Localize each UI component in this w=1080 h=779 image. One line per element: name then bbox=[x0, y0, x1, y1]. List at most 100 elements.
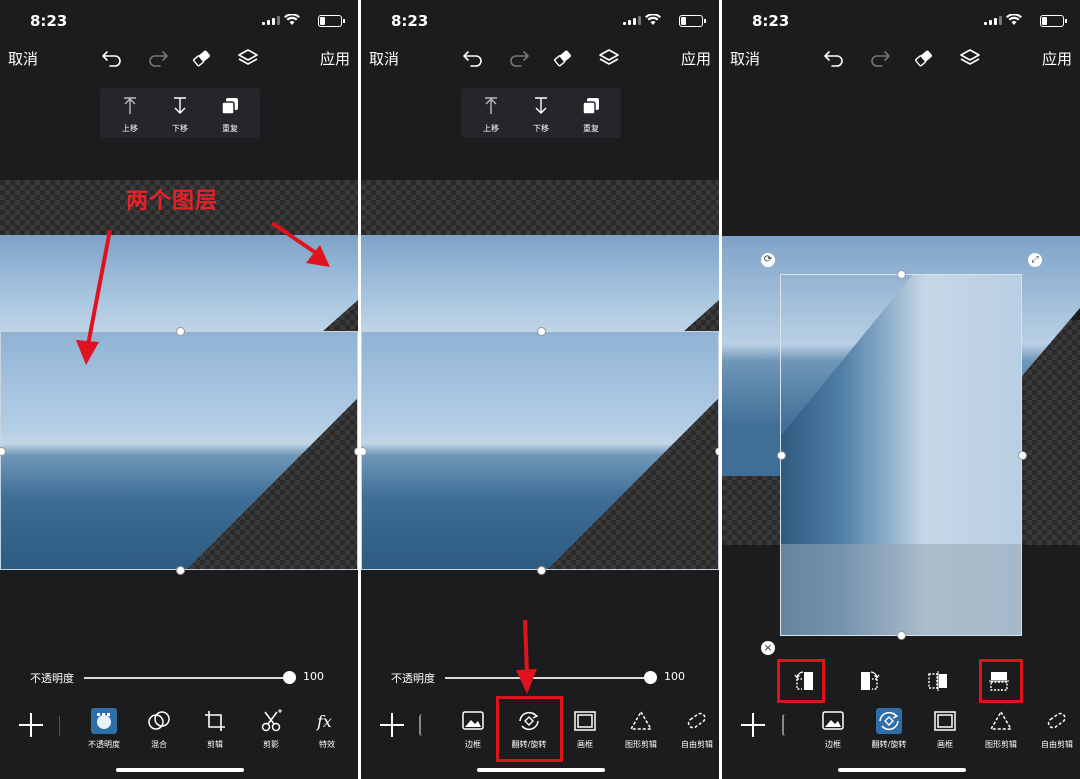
editing-canvas[interactable] bbox=[361, 180, 719, 650]
tool-shadow-label: 剪影 bbox=[263, 740, 279, 749]
tool-frame-label: 画框 bbox=[937, 740, 953, 749]
rotate-right-icon[interactable] bbox=[856, 668, 882, 694]
tool-shape-crop-label: 图形剪辑 bbox=[625, 740, 657, 749]
fx-icon: fx bbox=[316, 712, 332, 731]
editor-navbar: 取消 应用 bbox=[361, 40, 719, 76]
handle-bottom[interactable] bbox=[176, 566, 185, 575]
wifi-icon bbox=[284, 14, 300, 25]
apply-button[interactable]: 应用 bbox=[681, 48, 711, 69]
undo-icon[interactable] bbox=[100, 46, 124, 70]
handle-bottom[interactable] bbox=[537, 566, 546, 575]
duplicate-item[interactable]: 重复 bbox=[566, 88, 616, 138]
status-bar: 8:23 bbox=[722, 0, 1080, 40]
move-down-item[interactable]: 下移 bbox=[155, 88, 205, 138]
redo-icon[interactable] bbox=[146, 46, 170, 70]
opacity-slider[interactable] bbox=[445, 677, 651, 679]
tool-shadow[interactable]: 剪影 bbox=[243, 706, 299, 754]
scroll-hint bbox=[782, 714, 790, 736]
apply-button[interactable]: 应用 bbox=[320, 48, 350, 69]
eraser-icon[interactable] bbox=[551, 46, 575, 70]
rotate-handle-icon[interactable]: ⟳ bbox=[761, 253, 775, 267]
tool-frame[interactable]: 画框 bbox=[917, 706, 973, 754]
layer-toolbar: 不透明度 混合 剪辑 剪影 fx 特效 bbox=[0, 706, 358, 756]
duplicate-label: 重复 bbox=[583, 124, 599, 133]
move-up-icon bbox=[485, 97, 497, 114]
annotation-arrows bbox=[76, 221, 330, 365]
tool-flip-rotate-label: 翻转/旋转 bbox=[871, 740, 907, 749]
lasso-icon bbox=[687, 712, 706, 729]
handle-left[interactable] bbox=[777, 451, 786, 460]
editing-canvas[interactable]: ⟳ ⤢ bbox=[722, 180, 1080, 650]
opacity-label: 不透明度 bbox=[391, 672, 435, 685]
opacity-slider-knob[interactable] bbox=[283, 671, 296, 684]
apply-button[interactable]: 应用 bbox=[1042, 48, 1072, 69]
phone-screen-layers: 8:23 取消 应用 上移 下移 重复 两个图层 不透明度 100 不透明度 混… bbox=[0, 0, 358, 779]
duplicate-icon bbox=[582, 98, 599, 115]
eraser-icon[interactable] bbox=[912, 46, 936, 70]
tool-shape-crop-label: 图形剪辑 bbox=[985, 740, 1017, 749]
handle-bottom[interactable] bbox=[897, 631, 906, 640]
home-indicator bbox=[116, 768, 244, 772]
add-layer-button[interactable] bbox=[740, 712, 766, 738]
move-up-item[interactable]: 上移 bbox=[466, 88, 516, 138]
flip-horizontal-icon[interactable] bbox=[925, 668, 951, 694]
opacity-label: 不透明度 bbox=[30, 672, 74, 685]
handle-right[interactable] bbox=[354, 447, 358, 456]
signal-icon bbox=[623, 16, 641, 25]
tool-effects[interactable]: fx 特效 bbox=[299, 706, 355, 754]
handle-top[interactable] bbox=[897, 270, 906, 279]
handle-right[interactable] bbox=[1018, 451, 1027, 460]
tool-shape-crop[interactable]: 图形剪辑 bbox=[973, 706, 1029, 754]
opacity-slider-knob[interactable] bbox=[644, 671, 657, 684]
top-layer-image[interactable] bbox=[361, 235, 719, 335]
handle-top[interactable] bbox=[537, 327, 546, 336]
close-icon[interactable]: × bbox=[761, 641, 775, 655]
move-down-icon bbox=[174, 97, 186, 114]
wifi-icon bbox=[645, 14, 661, 25]
tool-free-crop[interactable]: 自由剪辑 bbox=[669, 706, 719, 754]
move-up-item[interactable]: 上移 bbox=[105, 88, 155, 138]
undo-icon[interactable] bbox=[822, 46, 846, 70]
tool-blend-label: 混合 bbox=[151, 740, 167, 749]
tool-border[interactable]: 边框 bbox=[445, 706, 501, 754]
opacity-slider[interactable] bbox=[84, 677, 290, 679]
tool-border[interactable]: 边框 bbox=[805, 706, 861, 754]
triangle-icon bbox=[629, 710, 653, 730]
tool-effects-label: 特效 bbox=[319, 740, 335, 749]
home-indicator bbox=[477, 768, 605, 772]
cancel-button[interactable]: 取消 bbox=[8, 48, 38, 69]
move-down-item[interactable]: 下移 bbox=[516, 88, 566, 138]
cancel-button[interactable]: 取消 bbox=[730, 48, 760, 69]
tool-crop[interactable]: 剪辑 bbox=[187, 706, 243, 754]
tool-free-crop[interactable]: 自由剪辑 bbox=[1029, 706, 1080, 754]
undo-icon[interactable] bbox=[461, 46, 485, 70]
tool-flip-rotate[interactable]: 翻转/旋转 bbox=[861, 706, 917, 754]
wifi-icon bbox=[1006, 14, 1022, 25]
resize-handle-icon[interactable]: ⤢ bbox=[1028, 253, 1042, 267]
cancel-button[interactable]: 取消 bbox=[369, 48, 399, 69]
duplicate-item[interactable]: 重复 bbox=[205, 88, 255, 138]
layers-icon[interactable] bbox=[236, 46, 260, 70]
move-down-label: 下移 bbox=[172, 124, 188, 133]
add-layer-button[interactable] bbox=[18, 712, 44, 738]
tool-blend[interactable]: 混合 bbox=[131, 706, 187, 754]
add-layer-button[interactable] bbox=[379, 712, 405, 738]
comparison-image: 8:23 取消 应用 上移 下移 重复 两个图层 不透明度 100 不透明度 混… bbox=[0, 0, 1080, 779]
layers-icon[interactable] bbox=[958, 46, 982, 70]
redo-icon[interactable] bbox=[507, 46, 531, 70]
duplicate-label: 重复 bbox=[222, 124, 238, 133]
move-down-icon bbox=[535, 97, 547, 114]
eraser-icon[interactable] bbox=[190, 46, 214, 70]
tool-frame[interactable]: 画框 bbox=[557, 706, 613, 754]
phone-screen-flip-options: 8:23 取消 应用 ⟳ ⤢ × 边框 翻转/旋转 画框 图形剪辑 自由剪辑 bbox=[722, 0, 1080, 779]
tool-shape-crop[interactable]: 图形剪辑 bbox=[613, 706, 669, 754]
layers-icon[interactable] bbox=[597, 46, 621, 70]
status-time: 8:23 bbox=[391, 12, 429, 30]
opacity-value: 100 bbox=[303, 670, 324, 683]
triangle-icon bbox=[989, 710, 1013, 730]
redo-icon[interactable] bbox=[868, 46, 892, 70]
duplicate-icon bbox=[221, 98, 238, 115]
tool-opacity[interactable]: 不透明度 bbox=[76, 706, 132, 754]
status-bar: 8:23 bbox=[361, 0, 719, 40]
handle-right[interactable] bbox=[715, 447, 719, 456]
